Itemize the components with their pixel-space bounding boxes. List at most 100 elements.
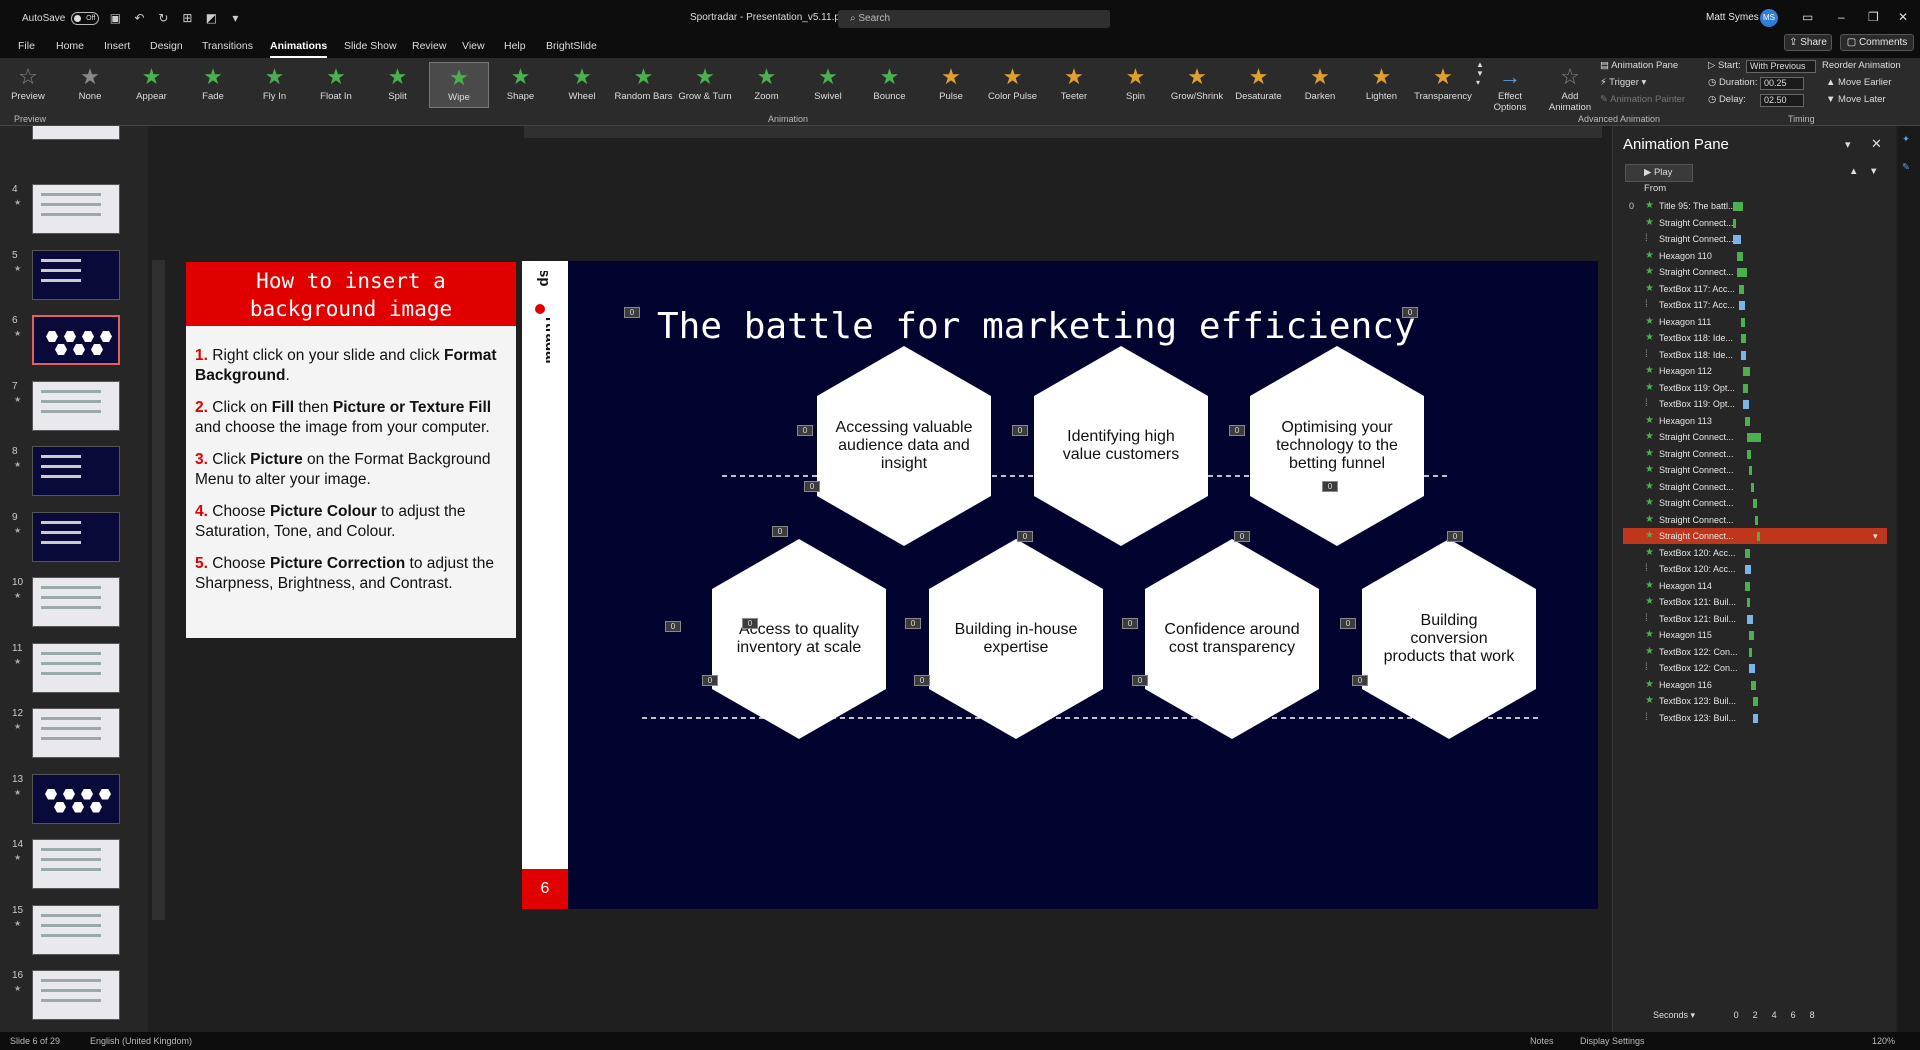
move-up-icon[interactable]: ▲ <box>1849 166 1858 177</box>
slide-thumbnail-10[interactable]: 10 ★ <box>0 577 140 637</box>
animation-item[interactable]: ★ Hexagon 116 <box>1623 677 1887 693</box>
slide-thumbnail-13[interactable]: 13 ★ <box>0 773 140 834</box>
slide-thumbnail-7[interactable]: 7 ★ <box>0 380 140 441</box>
tab-view[interactable]: View <box>462 36 485 58</box>
effect-grow-shrink[interactable]: ★ Grow/Shrink <box>1167 62 1227 108</box>
animation-order-tag[interactable]: 0 <box>797 425 813 436</box>
tab-review[interactable]: Review <box>412 36 446 58</box>
animation-order-tag[interactable]: 0 <box>1229 425 1245 436</box>
tab-brightslide[interactable]: BrightSlide <box>546 36 597 58</box>
display-settings-button[interactable]: Display Settings <box>1580 1032 1645 1050</box>
move-earlier-button[interactable]: ▲ Move Earlier <box>1826 77 1891 88</box>
animation-item[interactable]: ★ TextBox 121: Buil... <box>1623 594 1887 610</box>
effect-options-button[interactable]: → Effect Options <box>1480 62 1540 114</box>
animation-painter-button[interactable]: ✎ Animation Painter <box>1600 94 1685 105</box>
effect-bounce[interactable]: ★ Bounce <box>860 62 920 108</box>
effect-desaturate[interactable]: ★ Desaturate <box>1229 62 1289 108</box>
animation-item[interactable]: ⁞ TextBox 118: Ide... <box>1623 347 1887 363</box>
tab-slide-show[interactable]: Slide Show <box>344 36 397 58</box>
timeline-bar[interactable] <box>1745 416 1750 426</box>
timeline-bar[interactable] <box>1745 565 1751 574</box>
animation-item[interactable]: ★ Hexagon 112 <box>1623 363 1887 379</box>
timeline-bar[interactable] <box>1741 350 1746 360</box>
animation-order-tag[interactable]: 0 <box>1122 618 1138 629</box>
effect-grow-turn[interactable]: ★ Grow & Turn <box>675 62 735 108</box>
animation-order-tag[interactable]: 0 <box>1352 675 1368 686</box>
timeline-bar[interactable] <box>1753 499 1757 508</box>
animation-item[interactable]: ★ Straight Connect... <box>1623 215 1887 231</box>
effect-darken[interactable]: ★ Darken <box>1290 62 1350 108</box>
effect-wipe[interactable]: ★ Wipe <box>429 62 489 108</box>
user-name[interactable]: Matt Symes <box>1706 12 1759 23</box>
preview-button[interactable]: ☆ Preview <box>0 62 56 108</box>
timeline-bar[interactable] <box>1733 235 1741 244</box>
timeline-bar[interactable] <box>1745 581 1750 591</box>
animation-order-tag[interactable]: 0 <box>1234 531 1250 542</box>
redo-icon[interactable]: ↻ <box>155 10 171 26</box>
animation-order-tag[interactable]: 0 <box>905 618 921 629</box>
tab-file[interactable]: File <box>18 36 35 58</box>
animation-order-tag[interactable]: 0 <box>624 307 640 318</box>
animation-order-tag[interactable]: 0 <box>804 481 820 492</box>
language[interactable]: English (United Kingdom) <box>90 1032 192 1050</box>
animation-item[interactable]: ★ Hexagon 113 <box>1623 413 1887 429</box>
slide-thumbnail-16[interactable]: 16 ★ <box>0 970 140 1030</box>
animation-item[interactable]: ★ TextBox 119: Opt... <box>1623 380 1887 396</box>
animation-order-tag[interactable]: 0 <box>1402 307 1418 318</box>
timeline-bar[interactable] <box>1747 433 1761 442</box>
animation-order-tag[interactable]: 0 <box>772 526 788 537</box>
animation-item[interactable]: ⁞ Straight Connect... <box>1623 231 1887 247</box>
effect-color-pulse[interactable]: ★ Color Pulse <box>983 62 1043 108</box>
effect-none[interactable]: ★ None <box>60 62 120 108</box>
autosave-toggle[interactable]: Off <box>71 11 100 25</box>
zoom-level[interactable]: 120% <box>1872 1032 1895 1050</box>
effect-wheel[interactable]: ★ Wheel <box>552 62 612 108</box>
timeline-bar[interactable] <box>1743 383 1748 393</box>
animation-item[interactable]: ★ TextBox 122: Con... <box>1623 644 1887 660</box>
tab-animations[interactable]: Animations <box>270 36 328 58</box>
animation-order-tag[interactable]: 0 <box>742 618 758 629</box>
animation-item[interactable]: ★ Straight Connect... <box>1623 429 1887 445</box>
animation-item[interactable]: ★ Hexagon 114 <box>1623 578 1887 594</box>
timeline-bar[interactable] <box>1739 301 1745 310</box>
animation-item[interactable]: ★ Straight Connect... <box>1623 479 1887 495</box>
slide-thumbnail-12[interactable]: 12 ★ <box>0 708 140 768</box>
animation-item[interactable]: ★ Hexagon 111 <box>1623 314 1887 330</box>
animation-item[interactable]: ★ TextBox 117: Acc... <box>1623 281 1887 297</box>
undo-icon[interactable]: ↶ <box>131 10 147 26</box>
effect-fly-in[interactable]: ★ Fly In <box>245 62 305 108</box>
timeline-bar[interactable] <box>1753 713 1758 723</box>
move-later-button[interactable]: ▼ Move Later <box>1826 94 1886 105</box>
timeline-bar[interactable] <box>1747 598 1750 607</box>
timeline-bar[interactable] <box>1737 268 1747 277</box>
slide-thumbnail-4[interactable]: 4 ★ <box>0 184 140 244</box>
animation-order-tag[interactable]: 0 <box>914 675 930 686</box>
minimize-icon[interactable]: – <box>1838 10 1845 24</box>
slide-thumbnail-6[interactable]: 6 ★ <box>0 315 140 375</box>
editor-icon[interactable]: ✎ <box>1902 162 1910 173</box>
tab-home[interactable]: Home <box>56 36 84 58</box>
timeline-bar[interactable] <box>1749 631 1754 640</box>
timeline-bar[interactable] <box>1747 614 1753 624</box>
animation-order-tag[interactable]: 0 <box>702 675 718 686</box>
avatar[interactable]: MS <box>1760 9 1778 27</box>
slide[interactable]: sp rtradar 6 The battle for marketing ef… <box>522 261 1598 909</box>
animation-item[interactable]: ★ TextBox 120: Acc... <box>1623 545 1887 561</box>
autosave-toggle-group[interactable]: AutoSave Off <box>22 11 100 25</box>
search-input[interactable]: ⌕ Search <box>838 10 1110 28</box>
timeline-bar[interactable] <box>1749 647 1752 657</box>
timeline-bar[interactable] <box>1753 697 1758 706</box>
delay-input[interactable]: 02.50 <box>1760 94 1804 107</box>
timeline-bar[interactable] <box>1743 367 1750 376</box>
effect-random-bars[interactable]: ★ Random Bars <box>614 62 674 108</box>
restore-icon[interactable]: ❐ <box>1868 10 1879 24</box>
item-menu-icon[interactable]: ▾ <box>1873 528 1878 544</box>
timeline-bar[interactable] <box>1741 317 1745 327</box>
gallery-scroll-icon[interactable]: ▲ ▼ ▾ <box>1476 60 1484 87</box>
timeline-bar[interactable] <box>1741 334 1746 343</box>
instruction-card[interactable]: How to insert a background image 1. Righ… <box>186 262 516 638</box>
ribbon-display-icon[interactable]: ▭ <box>1802 10 1813 24</box>
animation-item[interactable]: ⁞ TextBox 121: Buil... <box>1623 611 1887 627</box>
notes-button[interactable]: Notes <box>1530 1032 1554 1050</box>
slide-thumbnails-pane[interactable]: 4★5★6★7★8★9★10★11★12★13★14★15★16★17★ <box>0 126 148 1032</box>
